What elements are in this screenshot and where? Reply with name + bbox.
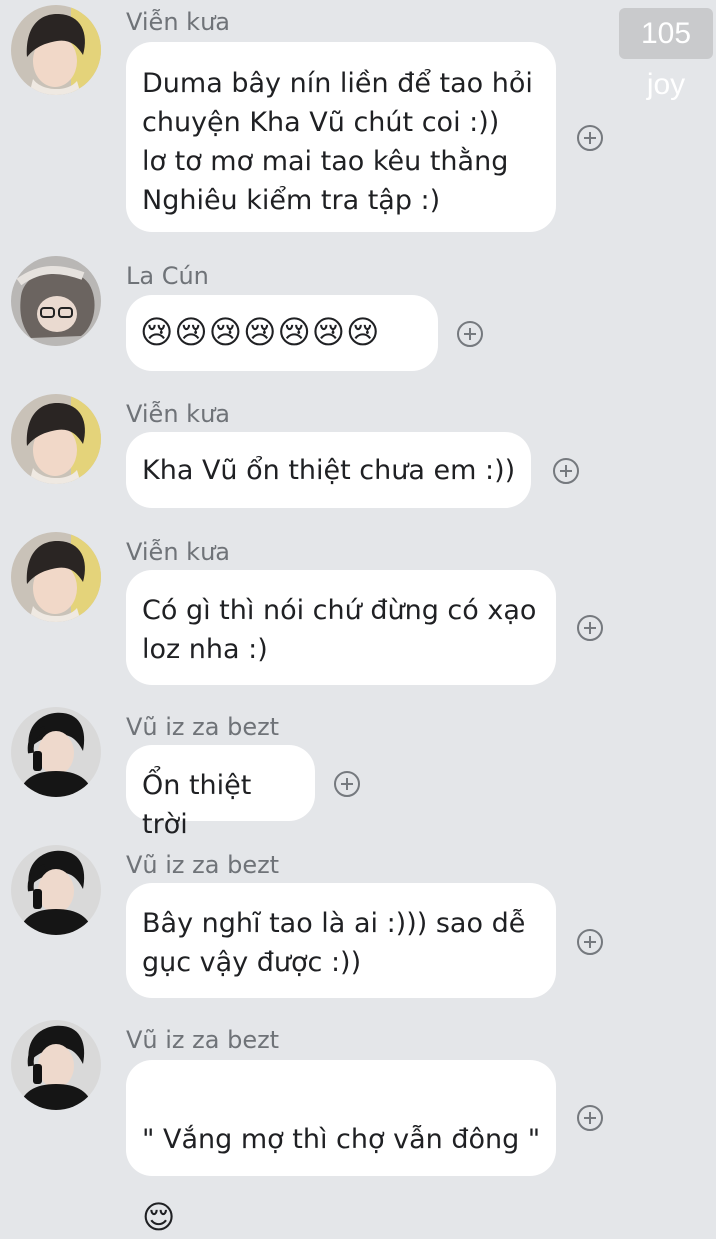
avatar[interactable] (11, 1020, 101, 1110)
avatar[interactable] (11, 394, 101, 484)
add-reaction-icon[interactable] (553, 458, 579, 484)
add-reaction-icon[interactable] (457, 321, 483, 347)
avatar-la-cun-icon (11, 256, 101, 346)
message-row: Vũ iz za bezt Ổn thiệt trời (0, 705, 716, 840)
sender-name: Vũ iz za bezt (126, 1026, 280, 1054)
sender-name: La Cún (126, 262, 209, 290)
avatar-vu-icon (11, 707, 101, 797)
add-reaction-icon[interactable] (577, 1105, 603, 1131)
sender-name: Vũ iz za bezt (126, 713, 280, 741)
message-row: Vũ iz za bezt Bây nghĩ tao là ai :))) sa… (0, 843, 716, 1008)
message-row: Viễn kưa Kha Vũ ổn thiệt chưa em :)) (0, 390, 716, 520)
message-row: La Cún 😢😢😢😢😢😢😢 (0, 250, 716, 380)
message-row: Viễn kưa Duma bây nín liền để tao hỏi ch… (0, 0, 716, 240)
message-text: " Vắng mợ thì chợ vẫn đông " (142, 1124, 541, 1155)
message-bubble[interactable]: 😢😢😢😢😢😢😢 (126, 295, 438, 371)
avatar-vu-icon (11, 1020, 101, 1110)
avatar[interactable] (11, 5, 101, 95)
avatar[interactable] (11, 707, 101, 797)
message-bubble[interactable]: Có gì thì nói chứ đừng có xạo loz nha :) (126, 570, 556, 685)
sender-name: Vũ iz za bezt (126, 851, 280, 879)
avatar-vien-kua-icon (11, 5, 101, 95)
avatar-vien-kua-icon (11, 394, 101, 484)
avatar-vien-kua-icon (11, 532, 101, 622)
avatar[interactable] (11, 256, 101, 346)
add-reaction-icon[interactable] (334, 771, 360, 797)
add-reaction-icon[interactable] (577, 929, 603, 955)
message-row: Vũ iz za bezt " Vắng mợ thì chợ vẫn đông… (0, 1018, 716, 1236)
avatar-vu-icon (11, 845, 101, 935)
add-reaction-icon[interactable] (577, 125, 603, 151)
sender-name: Viễn kưa (126, 8, 230, 36)
sender-name: Viễn kưa (126, 538, 230, 566)
message-row: Viễn kưa Có gì thì nói chứ đừng có xạo l… (0, 528, 716, 693)
relieved-emoji-icon: 😌 (142, 1198, 176, 1236)
message-bubble[interactable]: " Vắng mợ thì chợ vẫn đông " 😌 (126, 1060, 556, 1236)
message-bubble[interactable]: Kha Vũ ổn thiệt chưa em :)) (126, 432, 531, 508)
avatar[interactable] (11, 845, 101, 935)
sender-name: Viễn kưa (126, 400, 230, 428)
message-bubble[interactable]: Bây nghĩ tao là ai :))) sao dễ gục vậy đ… (126, 883, 556, 998)
avatar[interactable] (11, 532, 101, 622)
message-bubble[interactable]: Duma bây nín liền để tao hỏi chuyện Kha … (126, 42, 556, 232)
add-reaction-icon[interactable] (577, 615, 603, 641)
message-bubble[interactable]: Ổn thiệt trời (126, 745, 315, 840)
